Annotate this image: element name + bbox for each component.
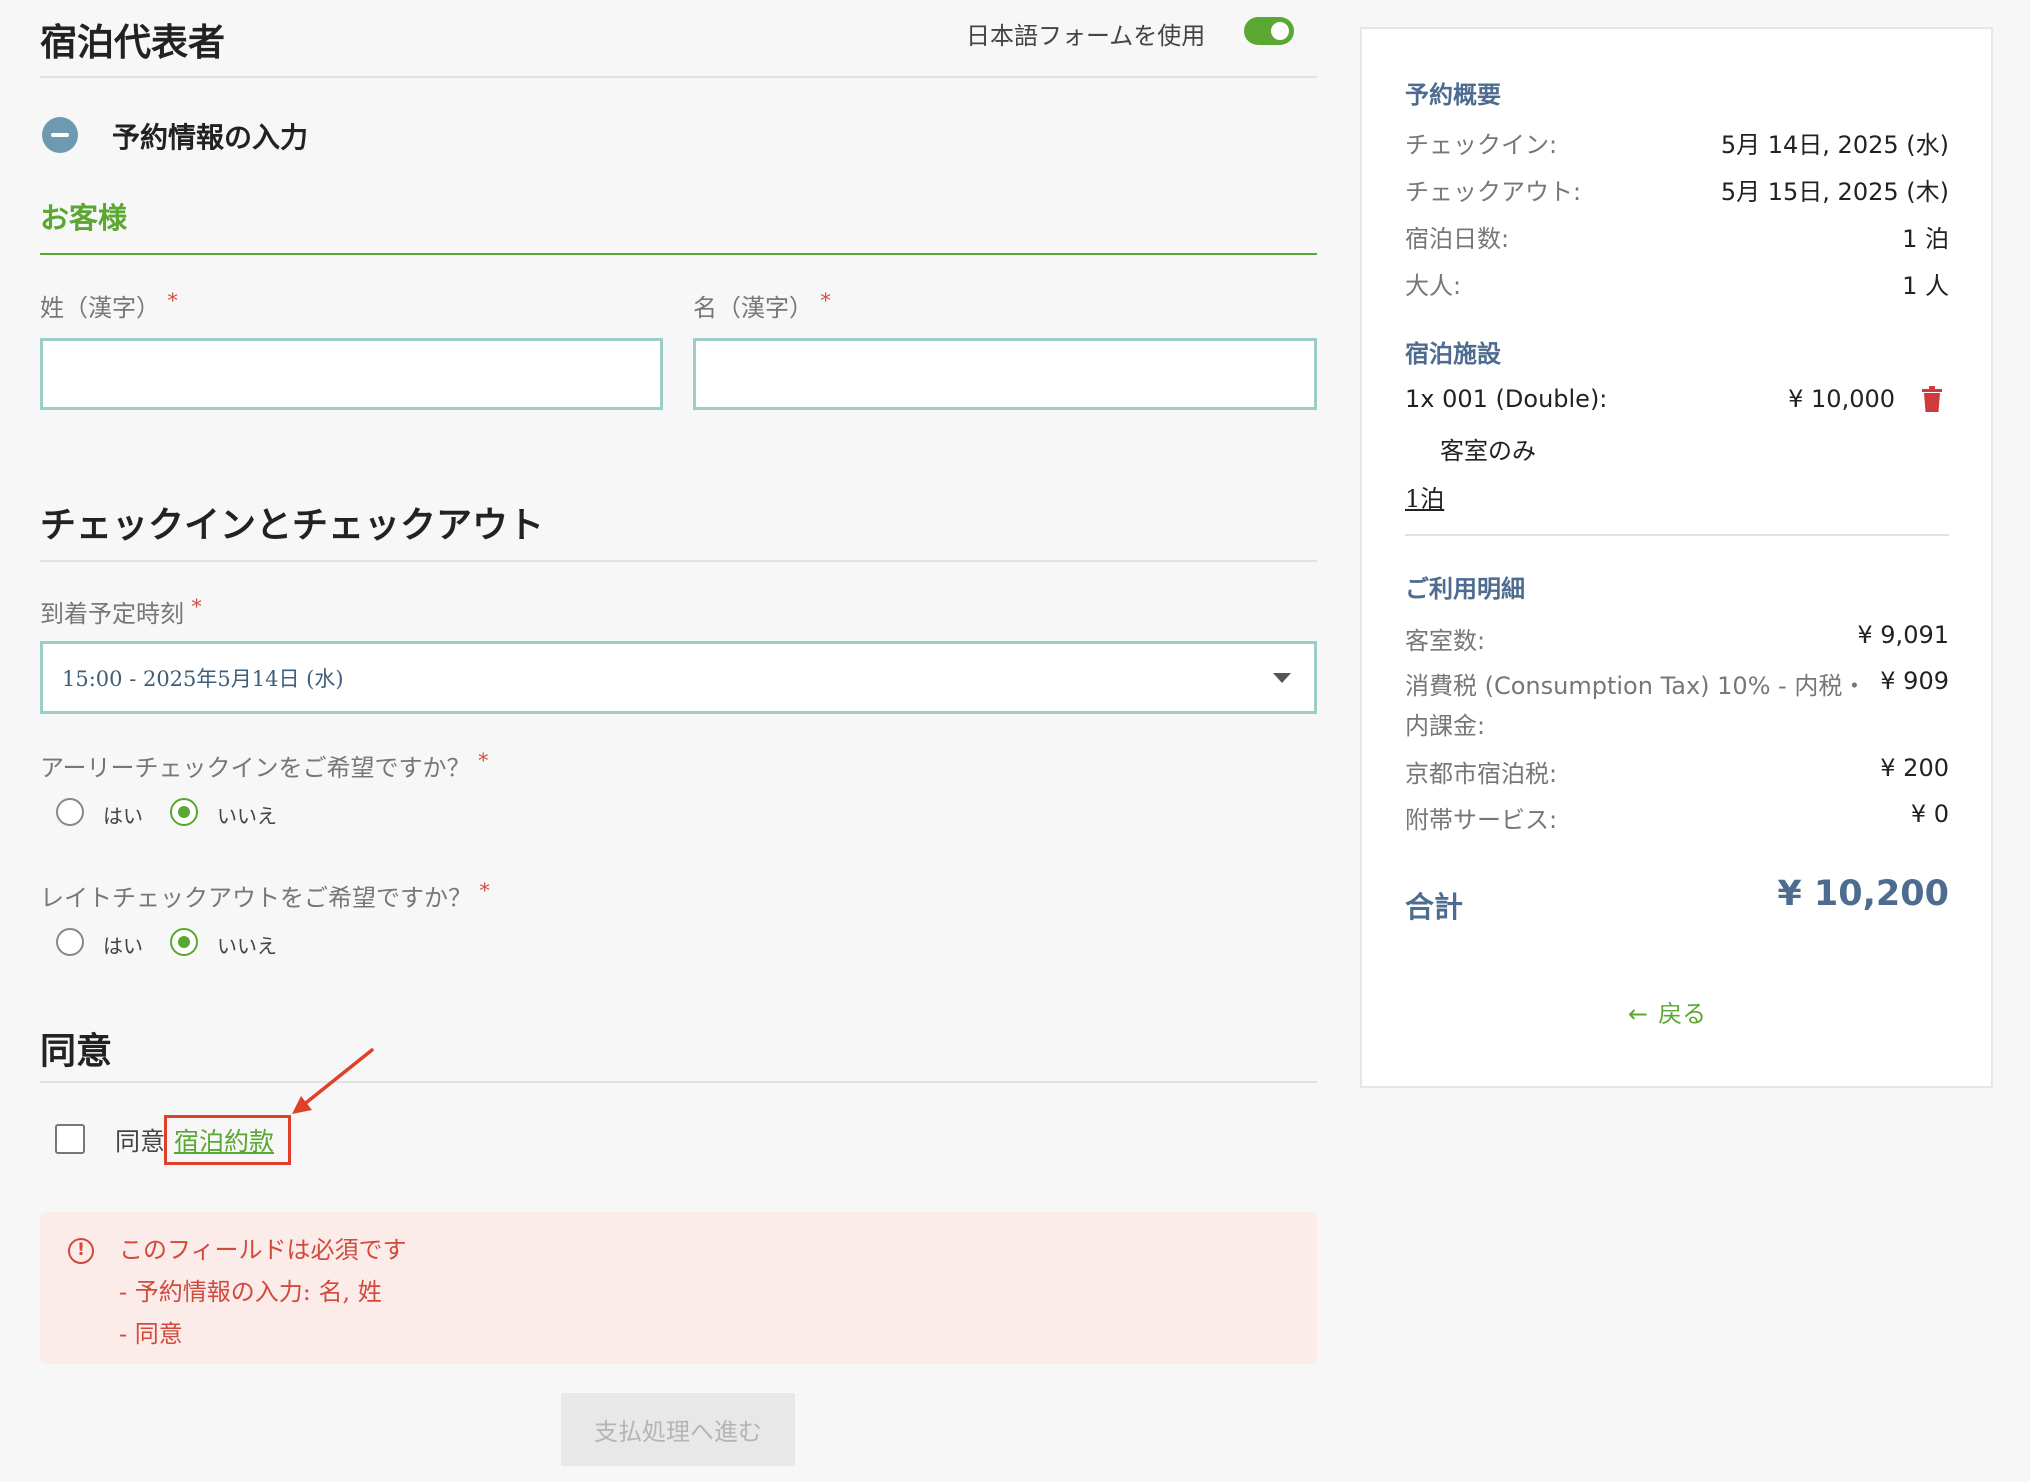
consent-label: 同意 — [115, 1127, 166, 1156]
first-name-label: 名（漢字） * — [693, 288, 831, 322]
late-checkout-no-radio[interactable] — [170, 928, 198, 956]
consent-section-title: 同意 — [40, 1030, 113, 1072]
divider — [40, 76, 1317, 78]
room-label: 1x 001 (Double): — [1405, 385, 1608, 413]
detail-label: 客室数: — [1405, 627, 1486, 655]
summary-label: チェックイン: — [1405, 131, 1558, 159]
late-checkout-question: レイトチェックアウトをご希望ですか？ * — [40, 878, 490, 912]
early-checkin-no-radio[interactable] — [170, 798, 198, 826]
last-name-input[interactable] — [40, 338, 663, 410]
arrival-time-label: 到着予定時刻 * — [40, 594, 202, 628]
trash-icon[interactable] — [1922, 386, 1942, 412]
arrow-left-icon: ← — [1628, 1000, 1649, 1028]
detail-value: ¥ 909 — [1880, 667, 1949, 695]
nights-link[interactable]: 1泊 — [1405, 479, 1444, 514]
arrival-time-value: 15:00 - 2025年5月14日 (水) — [62, 666, 344, 691]
first-name-input[interactable] — [693, 338, 1317, 410]
early-checkin-yes-label[interactable]: はい — [103, 800, 143, 829]
summary-value: 5月 15日, 2025 (木) — [1720, 178, 1949, 206]
room-price: ¥ 10,000 — [1788, 385, 1895, 413]
summary-value: 1 泊 — [1902, 225, 1949, 253]
summary-label: チェックアウト: — [1405, 178, 1582, 206]
error-heading: このフィールドは必須です — [119, 1236, 407, 1264]
last-name-label: 姓（漢字） * — [40, 288, 178, 322]
error-item: - 予約情報の入力: 名, 姓 — [119, 1278, 382, 1306]
summary-label: 宿泊日数: — [1405, 225, 1510, 253]
error-item: - 同意 — [119, 1320, 183, 1348]
japanese-form-toggle-label: 日本語フォームを使用 — [966, 22, 1206, 50]
divider — [40, 560, 1317, 562]
error-alert: ! このフィールドは必須です - 予約情報の入力: 名, 姓 - 同意 — [40, 1212, 1317, 1364]
late-checkout-yes-radio[interactable] — [56, 928, 84, 956]
divider — [40, 1081, 1317, 1083]
summary-label: 大人: — [1405, 272, 1462, 300]
guest-divider — [40, 253, 1317, 255]
detail-value: ¥ 200 — [1880, 754, 1949, 782]
consent-checkbox[interactable] — [55, 1124, 85, 1154]
chevron-down-icon[interactable] — [1273, 673, 1291, 683]
detail-label: 附帯サービス: — [1405, 806, 1558, 834]
collapse-minus-icon[interactable] — [42, 117, 78, 153]
checkin-section-title: チェックインとチェックアウト — [40, 504, 545, 546]
facility-title: 宿泊施設 — [1405, 340, 1501, 368]
arrival-time-select[interactable]: 15:00 - 2025年5月14日 (水) — [40, 641, 1317, 714]
japanese-form-toggle[interactable] — [1244, 17, 1294, 45]
summary-value: 5月 14日, 2025 (水) — [1720, 131, 1949, 159]
detail-value: ¥ 9,091 — [1857, 621, 1949, 649]
total-label: 合計 — [1405, 890, 1464, 924]
summary-title: 予約概要 — [1405, 81, 1501, 109]
back-link[interactable]: ← 戻る — [1628, 994, 1706, 1029]
total-value: ¥ 10,200 — [1777, 874, 1949, 914]
details-title: ご利用明細 — [1405, 575, 1525, 603]
summary-value: 1 人 — [1902, 272, 1949, 300]
annotation-arrow-icon — [292, 1048, 374, 1114]
detail-label: 消費税 (Consumption Tax) 10% - 内税・内課金: — [1405, 672, 1867, 740]
proceed-to-payment-button[interactable]: 支払処理へ進む — [561, 1393, 795, 1466]
room-plan: 客室のみ — [1440, 437, 1536, 465]
terms-link[interactable]: 宿泊約款 — [174, 1122, 274, 1158]
summary-divider — [1405, 534, 1949, 536]
reservation-section-title: 予約情報の入力 — [112, 121, 309, 154]
page-title: 宿泊代表者 — [40, 20, 225, 64]
early-checkin-question: アーリーチェックインをご希望ですか？ * — [40, 748, 489, 782]
guest-heading: お客様 — [40, 201, 128, 235]
early-checkin-no-label[interactable]: いいえ — [217, 800, 277, 829]
toggle-knob — [1271, 22, 1289, 40]
detail-label: 京都市宿泊税: — [1405, 760, 1558, 788]
exclamation-circle-icon: ! — [68, 1238, 94, 1264]
late-checkout-yes-label[interactable]: はい — [103, 930, 143, 959]
late-checkout-no-label[interactable]: いいえ — [217, 930, 277, 959]
early-checkin-yes-radio[interactable] — [56, 798, 84, 826]
detail-value: ¥ 0 — [1910, 800, 1949, 828]
